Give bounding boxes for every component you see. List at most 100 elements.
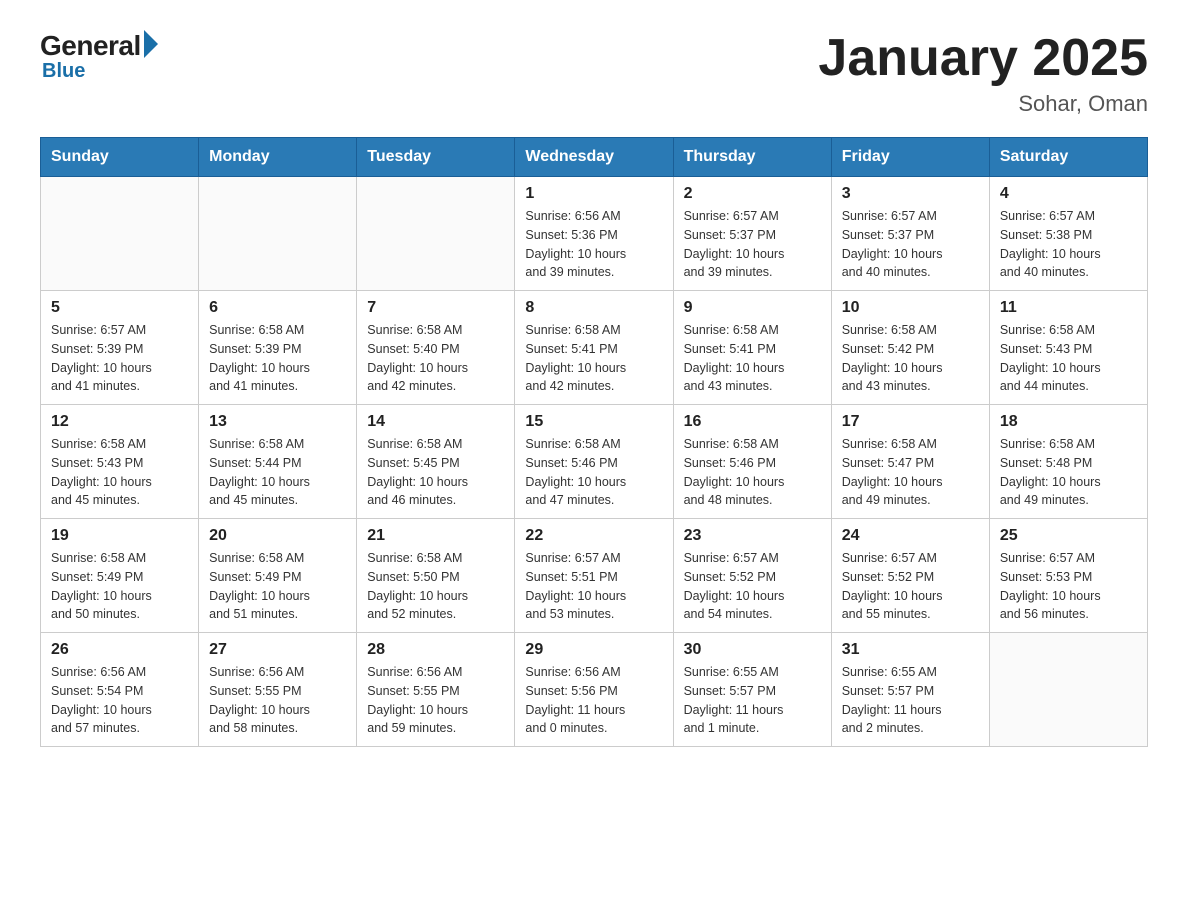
calendar-cell: 23Sunrise: 6:57 AMSunset: 5:52 PMDayligh… [673,519,831,633]
day-info: Sunrise: 6:56 AMSunset: 5:36 PMDaylight:… [525,207,662,282]
day-info: Sunrise: 6:55 AMSunset: 5:57 PMDaylight:… [842,663,979,738]
day-info: Sunrise: 6:57 AMSunset: 5:38 PMDaylight:… [1000,207,1137,282]
calendar-cell: 4 Sunrise: 6:57 AMSunset: 5:38 PMDaylight… [989,177,1147,291]
day-info: Sunrise: 6:58 AMSunset: 5:40 PMDaylight:… [367,321,504,396]
calendar-cell [357,177,515,291]
day-info: Sunrise: 6:58 AMSunset: 5:46 PMDaylight:… [525,435,662,510]
day-info: Sunrise: 6:58 AMSunset: 5:45 PMDaylight:… [367,435,504,510]
day-info: Sunrise: 6:58 AMSunset: 5:43 PMDaylight:… [1000,321,1137,396]
day-info: Sunrise: 6:58 AMSunset: 5:49 PMDaylight:… [51,549,188,624]
calendar-week-row: 5 Sunrise: 6:57 AMSunset: 5:39 PMDaylight… [41,291,1148,405]
calendar-table: SundayMondayTuesdayWednesdayThursdayFrid… [40,137,1148,747]
day-info: Sunrise: 6:56 AMSunset: 5:54 PMDaylight:… [51,663,188,738]
calendar-cell: 2Sunrise: 6:57 AMSunset: 5:37 PMDaylight… [673,177,831,291]
calendar-cell: 22Sunrise: 6:57 AMSunset: 5:51 PMDayligh… [515,519,673,633]
day-number: 12 [51,413,188,431]
day-number: 9 [684,299,821,317]
day-info: Sunrise: 6:58 AMSunset: 5:47 PMDaylight:… [842,435,979,510]
calendar-cell: 21Sunrise: 6:58 AMSunset: 5:50 PMDayligh… [357,519,515,633]
calendar-cell: 10 Sunrise: 6:58 AMSunset: 5:42 PMDayligh… [831,291,989,405]
day-info: Sunrise: 6:58 AMSunset: 5:50 PMDaylight:… [367,549,504,624]
day-number: 14 [367,413,504,431]
day-info: Sunrise: 6:58 AMSunset: 5:39 PMDaylight:… [209,321,346,396]
day-number: 23 [684,527,821,545]
day-info: Sunrise: 6:57 AMSunset: 5:53 PMDaylight:… [1000,549,1137,624]
calendar-cell: 11 Sunrise: 6:58 AMSunset: 5:43 PMDayligh… [989,291,1147,405]
day-info: Sunrise: 6:57 AMSunset: 5:37 PMDaylight:… [842,207,979,282]
day-number: 20 [209,527,346,545]
day-number: 2 [684,185,821,203]
calendar-cell: 17Sunrise: 6:58 AMSunset: 5:47 PMDayligh… [831,405,989,519]
page-header: General Blue January 2025 Sohar, Oman [40,30,1148,117]
calendar-header-friday: Friday [831,138,989,177]
calendar-cell: 25 Sunrise: 6:57 AMSunset: 5:53 PMDayligh… [989,519,1147,633]
day-number: 10 [842,299,979,317]
calendar-cell: 30 Sunrise: 6:55 AMSunset: 5:57 PMDayligh… [673,633,831,747]
calendar-cell: 7 Sunrise: 6:58 AMSunset: 5:40 PMDaylight… [357,291,515,405]
calendar-week-row: 1 Sunrise: 6:56 AMSunset: 5:36 PMDaylight… [41,177,1148,291]
day-info: Sunrise: 6:55 AMSunset: 5:57 PMDaylight:… [684,663,821,738]
calendar-cell [989,633,1147,747]
day-info: Sunrise: 6:56 AMSunset: 5:55 PMDaylight:… [209,663,346,738]
day-number: 22 [525,527,662,545]
calendar-cell: 15Sunrise: 6:58 AMSunset: 5:46 PMDayligh… [515,405,673,519]
day-number: 31 [842,641,979,659]
day-info: Sunrise: 6:58 AMSunset: 5:49 PMDaylight:… [209,549,346,624]
day-info: Sunrise: 6:58 AMSunset: 5:48 PMDaylight:… [1000,435,1137,510]
calendar-cell: 18 Sunrise: 6:58 AMSunset: 5:48 PMDayligh… [989,405,1147,519]
calendar-header-saturday: Saturday [989,138,1147,177]
logo-arrow-icon [144,30,158,58]
day-number: 19 [51,527,188,545]
calendar-cell: 28Sunrise: 6:56 AMSunset: 5:55 PMDayligh… [357,633,515,747]
calendar-header-thursday: Thursday [673,138,831,177]
day-number: 18 [1000,413,1137,431]
day-number: 4 [1000,185,1137,203]
day-number: 13 [209,413,346,431]
calendar-cell: 3 Sunrise: 6:57 AMSunset: 5:37 PMDaylight… [831,177,989,291]
calendar-cell: 26Sunrise: 6:56 AMSunset: 5:54 PMDayligh… [41,633,199,747]
day-info: Sunrise: 6:58 AMSunset: 5:46 PMDaylight:… [684,435,821,510]
day-number: 1 [525,185,662,203]
day-info: Sunrise: 6:58 AMSunset: 5:41 PMDaylight:… [684,321,821,396]
month-title: January 2025 [818,30,1148,87]
calendar-week-row: 12Sunrise: 6:58 AMSunset: 5:43 PMDayligh… [41,405,1148,519]
logo-blue-text: Blue [42,60,85,83]
calendar-cell: 14 Sunrise: 6:58 AMSunset: 5:45 PMDayligh… [357,405,515,519]
calendar-cell: 24Sunrise: 6:57 AMSunset: 5:52 PMDayligh… [831,519,989,633]
calendar-cell: 20 Sunrise: 6:58 AMSunset: 5:49 PMDayligh… [199,519,357,633]
calendar-header-wednesday: Wednesday [515,138,673,177]
calendar-cell: 12Sunrise: 6:58 AMSunset: 5:43 PMDayligh… [41,405,199,519]
day-info: Sunrise: 6:58 AMSunset: 5:41 PMDaylight:… [525,321,662,396]
calendar-header-monday: Monday [199,138,357,177]
calendar-cell: 19 Sunrise: 6:58 AMSunset: 5:49 PMDayligh… [41,519,199,633]
day-info: Sunrise: 6:56 AMSunset: 5:56 PMDaylight:… [525,663,662,738]
day-number: 7 [367,299,504,317]
calendar-cell: 8 Sunrise: 6:58 AMSunset: 5:41 PMDaylight… [515,291,673,405]
day-info: Sunrise: 6:58 AMSunset: 5:42 PMDaylight:… [842,321,979,396]
day-info: Sunrise: 6:57 AMSunset: 5:52 PMDaylight:… [842,549,979,624]
day-number: 30 [684,641,821,659]
calendar-cell [199,177,357,291]
day-number: 8 [525,299,662,317]
calendar-cell: 16Sunrise: 6:58 AMSunset: 5:46 PMDayligh… [673,405,831,519]
day-number: 27 [209,641,346,659]
day-number: 11 [1000,299,1137,317]
day-number: 5 [51,299,188,317]
day-number: 3 [842,185,979,203]
day-number: 25 [1000,527,1137,545]
day-number: 6 [209,299,346,317]
title-block: January 2025 Sohar, Oman [818,30,1148,117]
calendar-header-row: SundayMondayTuesdayWednesdayThursdayFrid… [41,138,1148,177]
location-subtitle: Sohar, Oman [818,91,1148,117]
logo-general-text: General [40,30,141,62]
calendar-cell: 27 Sunrise: 6:56 AMSunset: 5:55 PMDayligh… [199,633,357,747]
day-info: Sunrise: 6:57 AMSunset: 5:39 PMDaylight:… [51,321,188,396]
calendar-header-sunday: Sunday [41,138,199,177]
day-info: Sunrise: 6:58 AMSunset: 5:44 PMDaylight:… [209,435,346,510]
calendar-cell: 5 Sunrise: 6:57 AMSunset: 5:39 PMDaylight… [41,291,199,405]
calendar-cell: 6 Sunrise: 6:58 AMSunset: 5:39 PMDaylight… [199,291,357,405]
calendar-week-row: 26Sunrise: 6:56 AMSunset: 5:54 PMDayligh… [41,633,1148,747]
day-number: 29 [525,641,662,659]
calendar-cell: 29 Sunrise: 6:56 AMSunset: 5:56 PMDayligh… [515,633,673,747]
day-info: Sunrise: 6:56 AMSunset: 5:55 PMDaylight:… [367,663,504,738]
